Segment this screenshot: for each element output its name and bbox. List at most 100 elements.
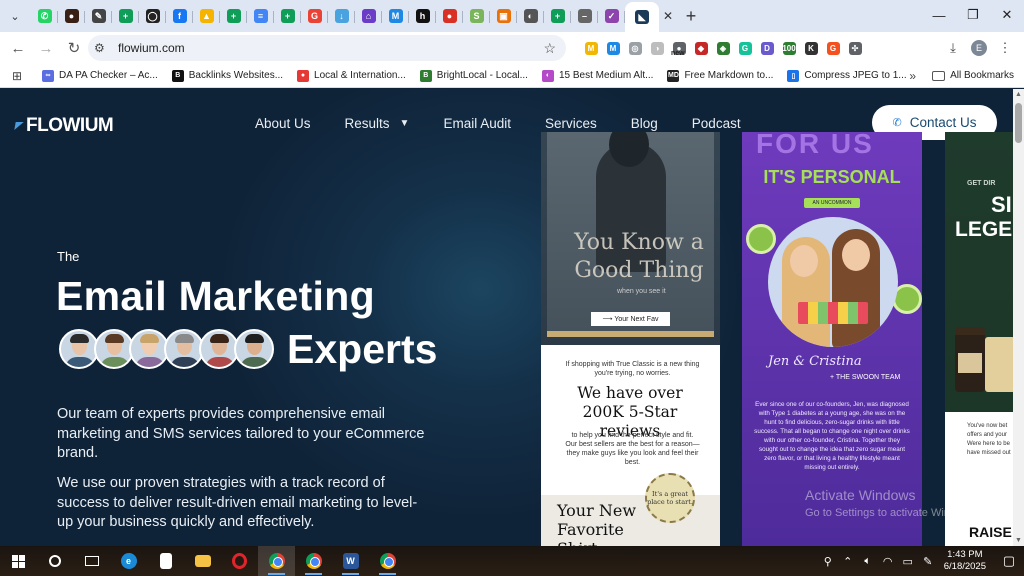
k-extension-icon[interactable]: K (800, 36, 822, 60)
explorer-taskbar-app[interactable] (184, 546, 221, 576)
bookmark-item[interactable]: ∞ DA PA Checker – Ac... (42, 69, 158, 82)
apps-grid-icon[interactable]: ⊞ (12, 69, 26, 83)
restore-button[interactable]: ❐ (956, 0, 990, 30)
browser-tab[interactable]: G (301, 3, 328, 29)
green-extension-icon[interactable]: ◈ (712, 36, 734, 60)
more-bookmarks-chevron-icon[interactable]: » (909, 69, 916, 83)
search-button[interactable] (36, 546, 73, 576)
browser-tab[interactable]: ● (436, 3, 463, 29)
browser-tab[interactable]: ▣ (490, 3, 517, 29)
browser-tab[interactable]: + (274, 3, 301, 29)
browser-tab[interactable]: + (112, 3, 139, 29)
opera-taskbar-app[interactable] (221, 546, 258, 576)
browser-tab[interactable]: ◐ (517, 3, 544, 29)
browser-tab[interactable]: f (166, 3, 193, 29)
new-tab-button[interactable]: + (677, 2, 705, 30)
hero-paragraph-2: We use our proven strategies with a trac… (57, 475, 418, 530)
nav-email-audit[interactable]: Email Audit (443, 116, 511, 131)
browser-tab[interactable]: ↓ (328, 3, 355, 29)
volume-icon[interactable]: 🔈︎ (858, 555, 878, 568)
bookmark-item[interactable]: ▯ Compress JPEG to 1... (787, 69, 907, 82)
m-blue-extension-icon[interactable]: M (602, 36, 624, 60)
tab-search-button[interactable]: ⌄ (3, 4, 27, 28)
close-window-button[interactable]: ✕ (990, 0, 1024, 30)
people-icon[interactable]: ⚲ (818, 555, 838, 568)
nav-blog[interactable]: Blog (631, 116, 658, 131)
g-orange-extension-icon[interactable]: G (822, 36, 844, 60)
browser-tab[interactable]: ▲ (193, 3, 220, 29)
bookmark-item[interactable]: B BrightLocal - Local... (419, 69, 528, 82)
tab-flowium-active[interactable]: ◣ (625, 2, 659, 32)
browser-tab[interactable]: ✆ (31, 3, 58, 29)
notification-icon[interactable]: ▢ (994, 553, 1024, 569)
bookmark-item[interactable]: MD Free Markdown to... (667, 69, 774, 82)
grammarly-extension-icon[interactable]: G (734, 36, 756, 60)
browser-tab[interactable]: + (544, 3, 571, 29)
bookmark-star-icon[interactable]: ☆ (543, 40, 556, 57)
download-icon[interactable]: ⤓ (940, 36, 966, 60)
edge-taskbar-app[interactable]: e (110, 546, 147, 576)
menu-kebab-icon[interactable]: ⋮ (992, 36, 1018, 60)
reload-button[interactable]: ↻ (61, 35, 87, 61)
nav-results[interactable]: Results ▼ (345, 116, 410, 131)
product-bottle (955, 327, 985, 392)
url-text[interactable]: flowium.com (118, 41, 185, 55)
site-info-icon[interactable]: ⚙ (94, 41, 116, 55)
flowium-logo[interactable]: FLOWIUM (14, 115, 114, 137)
browser-tab[interactable]: M (382, 3, 409, 29)
m-yellow-extension-icon[interactable]: M (580, 36, 602, 60)
nav-services[interactable]: Services (545, 116, 597, 131)
browser-tab[interactable]: ✓ (598, 3, 625, 29)
forward-button[interactable]: → (33, 35, 59, 61)
scrollbar-thumb[interactable] (1015, 103, 1022, 143)
nav-podcast[interactable]: Podcast (692, 116, 741, 131)
team-member-avatar (234, 329, 274, 369)
browser-tab[interactable]: + (220, 3, 247, 29)
address-bar[interactable]: ⚙ flowium.com ☆ (88, 35, 566, 61)
chrome-taskbar-app-3[interactable] (369, 546, 406, 576)
browser-tab[interactable]: ≡ (247, 3, 274, 29)
scroll-down-arrow-icon[interactable]: ▼ (1015, 537, 1022, 544)
tray-chevron-up-icon[interactable]: ⌃ (838, 555, 858, 568)
creative2-signature: Jen & Cristina (768, 354, 862, 369)
sheets-icon: + (118, 9, 133, 23)
red-extension-icon[interactable]: ◆ (690, 36, 712, 60)
globe-extension-icon[interactable]: ◎ (624, 36, 646, 60)
flowium-favicon-icon: ◣ (635, 10, 649, 24)
chrome-taskbar-app-1[interactable] (258, 546, 295, 576)
d-extension-icon[interactable]: D (756, 36, 778, 60)
browser-tab[interactable]: ● (58, 3, 85, 29)
minimize-button[interactable]: — (922, 0, 956, 30)
browser-tab[interactable]: – (571, 3, 598, 29)
browser-tab[interactable]: S (463, 3, 490, 29)
close-tab-icon[interactable]: ✕ (659, 7, 677, 25)
bookmark-label: Free Markdown to... (684, 70, 774, 81)
browser-tab[interactable]: ◯ (139, 3, 166, 29)
clock[interactable]: 1:43 PM 6/18/2025 (944, 549, 986, 573)
chrome-taskbar-app-2[interactable] (295, 546, 332, 576)
100-extension-icon[interactable]: 100 (778, 36, 800, 60)
start-button[interactable] (0, 546, 36, 576)
back-button[interactable]: ← (5, 35, 31, 61)
file-taskbar-app[interactable] (147, 546, 184, 576)
browser-tab[interactable]: ✎ (85, 3, 112, 29)
new-extension-icon[interactable]: ● new (668, 36, 690, 60)
profile-avatar[interactable]: E (966, 36, 992, 60)
nav-about-us[interactable]: About Us (255, 116, 311, 131)
pen-icon[interactable]: ✎ (918, 555, 938, 568)
browser-tab[interactable]: ⌂ (355, 3, 382, 29)
bookmark-item[interactable]: B Backlinks Websites... (171, 69, 283, 82)
task-view-button[interactable] (73, 546, 110, 576)
puzzle-extension-icon[interactable]: ✣ (844, 36, 866, 60)
battery-icon[interactable]: ▭ (898, 555, 918, 568)
word-taskbar-app[interactable]: W (332, 546, 369, 576)
all-bookmarks-button[interactable]: All Bookmarks (932, 70, 1014, 81)
page-scrollbar[interactable]: ▲ ▼ (1013, 89, 1024, 546)
scroll-up-arrow-icon[interactable]: ▲ (1015, 91, 1022, 98)
wifi-icon[interactable]: ◠ (878, 555, 898, 568)
bookmark-item[interactable]: ● Local & Internation... (297, 69, 406, 82)
bookmark-item[interactable]: ◐ 15 Best Medium Alt... (541, 69, 653, 82)
k-glyph: K (804, 41, 818, 55)
moon-extension-icon[interactable]: ◑ (646, 36, 668, 60)
browser-tab[interactable]: h (409, 3, 436, 29)
